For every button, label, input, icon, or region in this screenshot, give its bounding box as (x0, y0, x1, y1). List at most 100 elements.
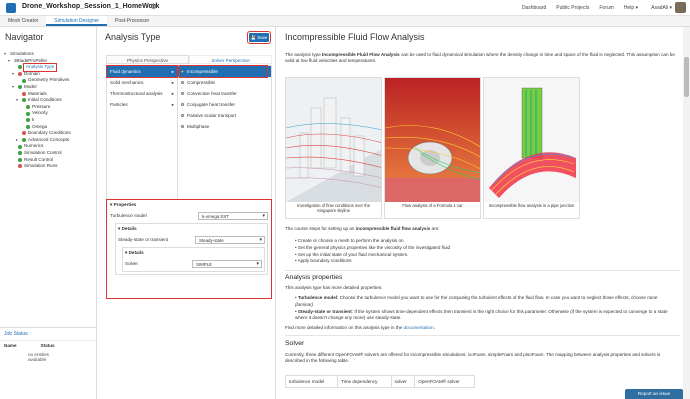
highlight-incompressible (179, 65, 268, 78)
radio-icon[interactable] (181, 92, 184, 95)
tree-node[interactable]: Geometry Primitives (4, 77, 96, 84)
tree-node[interactable]: ▾ Initial Conditions (4, 97, 96, 104)
category-label: Solid mechanics (110, 80, 144, 85)
physics-subtype-item[interactable]: Conjugate heat transfer (178, 99, 271, 110)
tree-node[interactable]: Simulation Runs (4, 163, 96, 170)
tree-node[interactable]: Simulation Control (4, 150, 96, 157)
tab-simulation-designer[interactable]: Simulation Designer (46, 16, 108, 26)
tree-node[interactable]: ▾ Simulations (4, 51, 96, 58)
tab-post-processor[interactable]: Post-Processor (107, 16, 157, 26)
list-item: • Create or choose a mesh to perform the… (295, 238, 404, 243)
status-dot-icon (18, 144, 22, 149)
divider (285, 335, 680, 336)
nav-help[interactable]: Help ▾ (624, 5, 638, 11)
status-dot-icon (22, 138, 26, 143)
tree-node[interactable]: Omega (4, 124, 96, 131)
status-dot-icon (18, 157, 22, 162)
scrollbar-thumb[interactable] (684, 57, 689, 97)
status-dot-icon (22, 78, 26, 83)
nav-forum[interactable]: Forum (599, 5, 613, 11)
turbulence-select[interactable]: k-omega SST (198, 211, 268, 220)
details-label: Details (121, 226, 137, 231)
tree-caret-icon[interactable]: ▾ (8, 58, 12, 65)
nav-public-projects[interactable]: Public Projects (556, 5, 589, 11)
status-dot-icon (18, 65, 22, 70)
main-tabs: Mesh Creator Simulation Designer Post-Pr… (0, 16, 690, 27)
job-col-name: Name (4, 343, 17, 348)
tree-caret-icon[interactable]: ▸ (16, 137, 20, 144)
tree-node[interactable]: ▾ Domain (4, 71, 96, 78)
tree-node[interactable]: Analysis Type (4, 63, 96, 72)
details-sub-header[interactable]: ▾ Details (125, 250, 262, 256)
radio-icon[interactable] (181, 125, 184, 128)
job-status-title[interactable]: Job Status (0, 328, 96, 340)
details-header[interactable]: ▾ Details (118, 226, 265, 232)
nav-dashboard[interactable]: Dashboard (522, 5, 546, 11)
tree-caret-icon[interactable]: ▾ (12, 84, 16, 91)
tree-caret-icon[interactable]: ▾ (16, 97, 20, 104)
tree-node[interactable]: Pressure (4, 104, 96, 111)
intro-text-a: The analysis type (285, 52, 323, 57)
example-images: Investigation of flow conditions over th… (285, 77, 580, 219)
physics-subtype-item[interactable]: Compressible (178, 77, 271, 88)
tree-caret-icon[interactable]: ▾ (12, 71, 16, 78)
tree-node[interactable]: ▾ 3BladeProPeller (4, 58, 96, 65)
tab-mesh-creator[interactable]: Mesh Creator (0, 16, 46, 26)
subtype-label: Conjugate heat transfer (187, 102, 236, 107)
tree-node[interactable]: Boundary Conditions (4, 130, 96, 137)
physics-category-item[interactable]: Particles ▸ (107, 99, 177, 110)
tree-node[interactable]: Result Control (4, 157, 96, 164)
list-item: • Apply boundary conditions (295, 258, 352, 264)
scrollbar[interactable] (683, 27, 690, 399)
radio-icon[interactable] (181, 114, 184, 117)
tree-node-label: 3BladeProPeller (14, 57, 48, 63)
tree-node-label: Initial Conditions (28, 97, 62, 103)
solver-paragraph: Currently, three different OpenFOAM® sol… (285, 352, 661, 364)
table-header: OpenFOAM® solver (414, 375, 475, 388)
top-bar: Drone_Workshop_Session_1_HomeWork ⚙ Dash… (0, 0, 690, 16)
job-status-header: Name Status (0, 340, 96, 350)
skyline-image (286, 78, 381, 202)
simscale-logo[interactable] (6, 3, 16, 13)
save-button[interactable]: 💾 Save (247, 31, 271, 44)
tab-physics-perspective[interactable]: Physics Perspective (106, 55, 189, 64)
project-title: Drone_Workshop_Session_1_HomeWork (22, 3, 160, 10)
radio-icon[interactable] (181, 103, 184, 106)
steady-row: Steady-state or transient Steady-state (118, 234, 265, 245)
navigator-panel: Navigator ▾ Simulations ▾ 3BladeProPeller An… (0, 27, 97, 399)
tree-node-label: Numerics (24, 143, 44, 149)
tree-caret-icon[interactable]: ▾ (4, 51, 8, 58)
prop1-a: Turbulence model (297, 295, 338, 300)
tab-solver-perspective[interactable]: Solver Perspective (189, 55, 272, 64)
physics-subtype-item[interactable]: Multiphase (178, 121, 271, 132)
physics-subtype-item[interactable]: Convective heat transfer (178, 88, 271, 99)
properties-header[interactable]: ▾ Properties (110, 202, 268, 208)
tree-node[interactable]: k (4, 117, 96, 124)
status-dot-icon (18, 85, 22, 90)
steady-select[interactable]: Steady-state (195, 235, 265, 244)
navigator-tree: ▾ Simulations ▾ 3BladeProPeller Analysis Typ… (4, 51, 96, 170)
solver-select[interactable]: SIMPLE (192, 259, 262, 268)
documentation-link[interactable]: documentation (403, 325, 433, 330)
tree-node[interactable]: ▸ Advanced Concepts (4, 137, 96, 144)
highlight-fluid-dynamics (106, 65, 178, 78)
tree-node[interactable]: ▾ Model (4, 84, 96, 91)
physics-category-item[interactable]: Solid mechanics ▸ (107, 77, 177, 88)
prop2-a: Steady-state or transient (297, 308, 352, 314)
tree-node[interactable]: Materials (4, 91, 96, 98)
prop-turbulence: • Turbulence model: Choose the turbulenc… (295, 295, 658, 307)
radio-icon[interactable] (181, 81, 184, 84)
user-menu[interactable]: AsadAli ▾ (651, 5, 672, 11)
tree-node[interactable]: Numerics (4, 143, 96, 150)
physics-subtype-item[interactable]: Passive scalar transport (178, 110, 271, 121)
tree-node-label: Advanced Concepts (28, 136, 70, 142)
caption-f1: Flow analysis of a Formula 1 car (402, 203, 463, 208)
navigator-title: Navigator (5, 32, 44, 42)
pipe-image (484, 78, 579, 202)
report-issue-button[interactable]: Report an issue (625, 389, 683, 399)
avatar[interactable] (675, 2, 686, 13)
steps-text-b: incompressible fluid flow analysis (355, 226, 431, 231)
gear-icon[interactable]: ⚙ (150, 2, 157, 11)
tree-node[interactable]: Velocity (4, 110, 96, 117)
physics-category-item[interactable]: Thermostructural analysis ▸ (107, 88, 177, 99)
